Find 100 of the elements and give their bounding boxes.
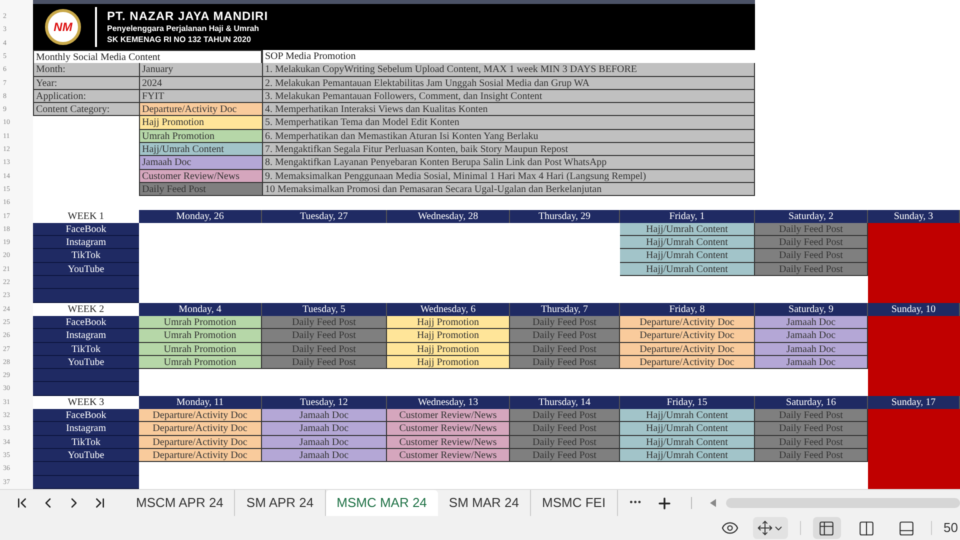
- zoom-level[interactable]: 50: [944, 518, 958, 538]
- company-name: PT. NAZAR JAYA MANDIRI: [107, 9, 268, 23]
- field-label: Application:: [33, 90, 139, 104]
- schedule-cell: Hajj/Umrah Content: [620, 409, 755, 422]
- schedule-cell: Daily Feed Post: [262, 329, 387, 343]
- schedule-cell: Daily Feed Post: [755, 409, 868, 422]
- platform-cell: Instagram: [33, 329, 139, 343]
- schedule-cell: Departure/Activity Doc: [620, 342, 755, 356]
- schedule-cell: Umrah Promotion: [139, 316, 262, 330]
- schedule-cell: Jamaah Doc: [755, 316, 868, 330]
- field-label: Month:: [33, 63, 139, 77]
- schedule-cell: Hajj/Umrah Content: [620, 222, 755, 236]
- schedule-cell: Hajj/Umrah Content: [620, 448, 755, 462]
- sop-item: 4. Memperhatikan Interaksi Views dan Kualitas Konten: [262, 103, 755, 116]
- schedule-cell: Departure/Activity Doc: [620, 316, 755, 330]
- schedule-cell: Customer Review/News: [387, 409, 510, 422]
- schedule-cell: Daily Feed Post: [510, 356, 620, 370]
- schedule-cell: Daily Feed Post: [510, 422, 620, 436]
- schedule-cell: Daily Feed Post: [755, 448, 868, 462]
- schedule-cell: Jamaah Doc: [755, 342, 868, 356]
- scroll-left-icon[interactable]: [710, 499, 716, 507]
- platform-cell: YouTube: [33, 448, 139, 462]
- sop-item: 5. Memperhatikan Tema dan Model Edit Konten: [262, 116, 755, 130]
- field-label: Year:: [33, 76, 139, 90]
- day-header: Friday, 1: [620, 210, 755, 223]
- category-cell: Customer Review/News: [139, 170, 262, 183]
- day-header: Thursday, 7: [510, 302, 620, 316]
- schedule-cell: Umrah Promotion: [139, 342, 262, 356]
- platform-cell: YouTube: [33, 356, 139, 370]
- day-header: Friday, 15: [620, 396, 755, 410]
- schedule-cell: Umrah Promotion: [139, 329, 262, 343]
- day-header: Thursday, 29: [510, 210, 620, 223]
- day-header: Sunday, 3: [868, 210, 960, 223]
- schedule-cell: Daily Feed Post: [510, 436, 620, 449]
- schedule-cell: Daily Feed Post: [755, 262, 868, 276]
- split-view-icon: [858, 520, 876, 536]
- schedule-cell: Daily Feed Post: [755, 422, 868, 436]
- visibility-icon[interactable]: [720, 519, 739, 537]
- more-sheets-button[interactable]: •••: [630, 496, 642, 510]
- category-cell: Jamaah Doc: [139, 156, 262, 170]
- sop-item: 7. Mengaktifkan Segala Fitur Perluasan Konten, baik Story Maupun Repost: [262, 143, 755, 156]
- platform-cell: YouTube: [33, 262, 139, 276]
- view-button[interactable]: [812, 517, 841, 539]
- normal-view-icon: [818, 520, 836, 536]
- schedule-cell: Departure/Activity Doc: [139, 448, 262, 462]
- schedule-cell: Daily Feed Post: [510, 316, 620, 330]
- schedule-cell: Hajj/Umrah Content: [620, 262, 755, 276]
- company-logo: NM: [45, 9, 81, 45]
- sheet-tab[interactable]: MSMC MAR 24: [326, 490, 438, 516]
- category-cell: Departure/Activity Doc: [139, 103, 262, 116]
- field-label: Content Category:: [33, 103, 139, 116]
- schedule-cell: Customer Review/News: [387, 448, 510, 462]
- sop-item: 6. Memperhatikan dan Memastikan Aturan Isi Konten Yang Berlaku: [262, 130, 755, 144]
- field-value: FYIT: [139, 90, 262, 104]
- schedule-cell: Daily Feed Post: [755, 249, 868, 263]
- platform-cell: Instagram: [33, 236, 139, 250]
- day-header: Monday, 26: [139, 210, 262, 223]
- page-view-icon: [898, 520, 916, 536]
- schedule-cell: Jamaah Doc: [262, 422, 387, 436]
- schedule-cell: Jamaah Doc: [262, 448, 387, 462]
- move-icon: [756, 520, 773, 536]
- sop-item: 10 Memaksimalkan Promosi dan Pemasaran Secara Ugal-Ugalan dan Berkelanjutan: [262, 182, 755, 196]
- schedule-cell: Customer Review/News: [387, 436, 510, 449]
- platform-cell: TikTok: [33, 342, 139, 356]
- sop-item: 2. Melakukan Pemantauan Elektabilitas Jam Unggah Sosial Media dan Grup WA: [262, 76, 755, 90]
- schedule-cell: Hajj/Umrah Content: [620, 249, 755, 263]
- schedule-cell: Hajj/Umrah Content: [620, 436, 755, 449]
- day-header: Wednesday, 13: [387, 396, 510, 410]
- schedule-cell: Jamaah Doc: [755, 356, 868, 370]
- horizontal-scrollbar[interactable]: [726, 498, 960, 508]
- category-cell: Umrah Promotion: [139, 130, 262, 144]
- platform-cell: FaceBook: [33, 409, 139, 422]
- schedule-cell: Departure/Activity Doc: [139, 422, 262, 436]
- schedule-cell: Customer Review/News: [387, 422, 510, 436]
- field-value: January: [139, 63, 262, 77]
- platform-cell: TikTok: [33, 249, 139, 263]
- schedule-cell: Hajj Promotion: [387, 356, 510, 370]
- sop-item: 3. Melakukan Pemantauan Followers, Comment, dan Insight Content: [262, 90, 755, 104]
- sop-item: 9. Memaksimalkan Penggunaan Media Sosial, Minimal 1 Hari Max 4 Hari (Langsung Rempel): [262, 170, 755, 183]
- day-header: Sunday, 17: [868, 396, 960, 410]
- day-header: Wednesday, 28: [387, 210, 510, 223]
- schedule-cell: Daily Feed Post: [262, 342, 387, 356]
- schedule-cell: Daily Feed Post: [262, 316, 387, 330]
- schedule-cell: Daily Feed Post: [755, 222, 868, 236]
- day-header: Wednesday, 6: [387, 302, 510, 316]
- freeze-button[interactable]: [752, 517, 788, 539]
- schedule-cell: Jamaah Doc: [262, 436, 387, 449]
- add-sheet-button[interactable]: [656, 494, 674, 512]
- day-header: Saturday, 16: [755, 396, 868, 410]
- schedule-cell: Daily Feed Post: [510, 329, 620, 343]
- platform-cell: FaceBook: [33, 222, 139, 236]
- day-header: Tuesday, 5: [262, 302, 387, 316]
- schedule-cell: Departure/Activity Doc: [139, 409, 262, 422]
- schedule-cell: Hajj/Umrah Content: [620, 422, 755, 436]
- day-header: Tuesday, 27: [262, 210, 387, 223]
- category-cell: Hajj Promotion: [139, 116, 262, 130]
- schedule-cell: Daily Feed Post: [510, 409, 620, 422]
- schedule-cell: Daily Feed Post: [510, 448, 620, 462]
- schedule-cell: Hajj Promotion: [387, 342, 510, 356]
- schedule-cell: Jamaah Doc: [262, 409, 387, 422]
